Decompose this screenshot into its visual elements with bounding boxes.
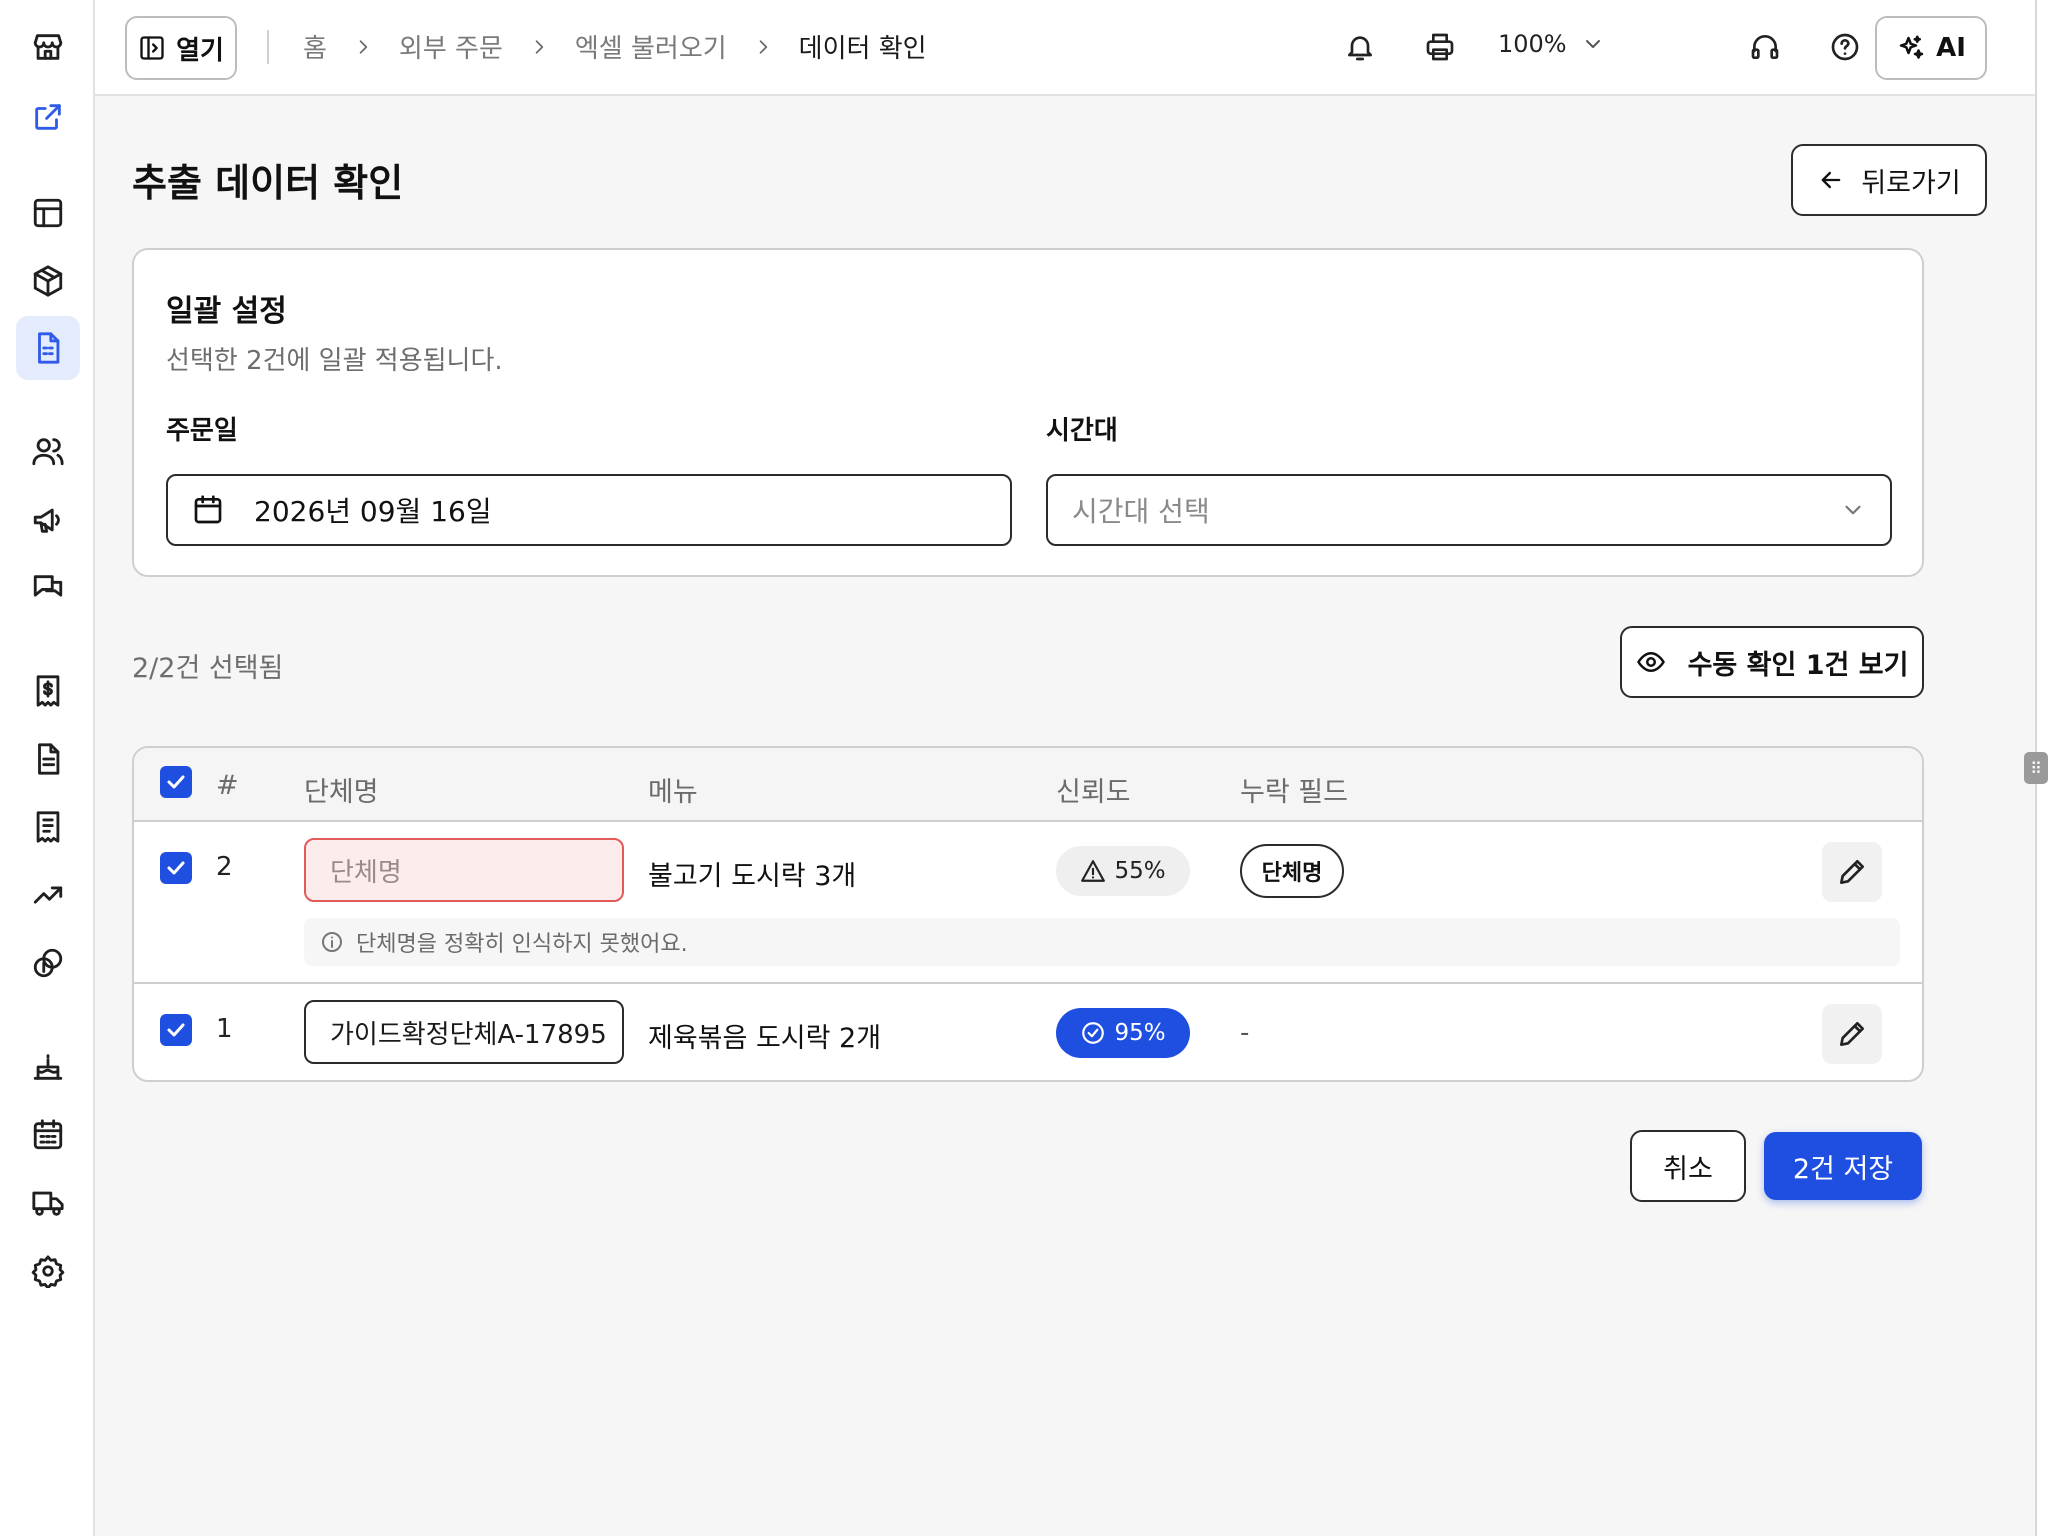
time-slot-label: 시간대 (1046, 416, 1118, 446)
warning-triangle-icon (1080, 858, 1106, 884)
chevron-right-icon (529, 37, 549, 57)
back-label: 뒤로가기 (1861, 167, 1961, 199)
save-button[interactable]: 2건 저장 (1764, 1132, 1922, 1200)
order-date-input[interactable]: 2026년 09월 16일 (166, 474, 1012, 546)
truck-icon[interactable] (31, 1186, 65, 1220)
time-slot-placeholder: 시간대 선택 (1072, 495, 1210, 528)
drag-handle-icon[interactable]: ⠿ (2024, 752, 2048, 784)
printer-icon[interactable] (1424, 31, 1456, 63)
breadcrumb: 홈 외부 주문 엑셀 불러오기 데이터 확인 (303, 28, 927, 65)
chevron-right-icon (353, 37, 373, 57)
missing-field-empty: - (1240, 1018, 1250, 1048)
group-name-value: 가이드확정단체A-17895 (330, 1019, 607, 1050)
back-button[interactable]: 뒤로가기 (1791, 144, 1987, 216)
check-circle-icon (1080, 1020, 1106, 1046)
menu-cell: 제육볶음 도시락 2개 (648, 1023, 882, 1054)
store-icon[interactable] (31, 30, 65, 64)
view-manual-check-button[interactable]: 수동 확인 1건 보기 (1620, 626, 1924, 698)
confidence-value: 55% (1114, 858, 1166, 884)
sheet-document-icon[interactable] (31, 331, 65, 365)
order-date-label: 주문일 (166, 416, 238, 446)
extracted-data-table: # 단체명 메뉴 신뢰도 누락 필드 2 단체명 불고기 도시락 3개 55% … (132, 746, 1924, 1082)
group-name-input-error[interactable]: 단체명 (304, 838, 624, 902)
confidence-badge-high: 95% (1056, 1008, 1190, 1058)
zoom-select[interactable]: 100% (1498, 30, 1605, 58)
breadcrumb-divider (267, 30, 269, 64)
selection-count: 2/2건 선택됨 (132, 653, 284, 684)
megaphone-icon[interactable] (31, 503, 65, 537)
menu-cell: 불고기 도시락 3개 (648, 861, 857, 892)
arrow-left-icon (1817, 166, 1845, 194)
receipt-icon[interactable] (31, 810, 65, 844)
column-header-number: # (216, 770, 239, 801)
breadcrumb-current: 데이터 확인 (798, 34, 927, 64)
confidence-badge-low: 55% (1056, 846, 1190, 896)
coins-icon[interactable] (31, 946, 65, 980)
table-header: # 단체명 메뉴 신뢰도 누락 필드 (134, 748, 1922, 822)
bulk-settings-description: 선택한 2건에 일괄 적용됩니다. (166, 346, 503, 376)
settings-gear-icon[interactable] (31, 1254, 65, 1288)
pencil-icon (1836, 1018, 1868, 1050)
view-manual-check-label: 수동 확인 1건 보기 (1687, 649, 1909, 681)
package-icon[interactable] (31, 264, 65, 298)
help-circle-icon[interactable] (1829, 31, 1861, 63)
recognition-hint: 단체명을 정확히 인식하지 못했어요. (304, 918, 1900, 966)
calendar-grid-icon[interactable] (31, 1118, 65, 1152)
order-date-value: 2026년 09월 16일 (254, 495, 492, 528)
ai-label: AI (1936, 33, 1966, 63)
column-header-missing-fields: 누락 필드 (1240, 777, 1348, 808)
table-icon[interactable] (31, 196, 65, 230)
group-name-input[interactable]: 가이드확정단체A-17895 (304, 1000, 624, 1064)
eye-icon (1636, 647, 1666, 677)
sparkles-icon (1896, 33, 1926, 63)
edit-row-button[interactable] (1822, 842, 1882, 902)
invoice-dollar-icon[interactable] (31, 674, 65, 708)
row-checkbox[interactable] (160, 1014, 192, 1046)
headset-icon[interactable] (1749, 31, 1781, 63)
time-slot-select[interactable]: 시간대 선택 (1046, 474, 1892, 546)
external-link-icon[interactable] (31, 100, 65, 134)
ai-button[interactable]: AI (1875, 16, 1987, 80)
sidebar (0, 0, 95, 1536)
column-header-confidence: 신뢰도 (1056, 777, 1131, 808)
edit-row-button[interactable] (1822, 1004, 1882, 1064)
bulk-settings-title: 일괄 설정 (166, 294, 287, 329)
cancel-button[interactable]: 취소 (1630, 1130, 1746, 1202)
open-panel-button[interactable]: 열기 (125, 16, 237, 80)
pencil-icon (1836, 856, 1868, 888)
zoom-level: 100% (1498, 30, 1567, 58)
bell-icon[interactable] (1344, 31, 1376, 63)
panel-expand-icon (138, 34, 166, 62)
breadcrumb-excel-import[interactable]: 엑셀 불러오기 (575, 28, 727, 65)
breadcrumb-home[interactable]: 홈 (303, 28, 327, 65)
breadcrumb-external-orders[interactable]: 외부 주문 (399, 28, 503, 65)
row-checkbox[interactable] (160, 852, 192, 884)
open-panel-label: 열기 (176, 35, 224, 66)
users-icon[interactable] (31, 434, 65, 468)
group-name-placeholder: 단체명 (330, 857, 402, 888)
column-header-group-name: 단체명 (304, 777, 379, 808)
document-icon[interactable] (31, 742, 65, 776)
row-number: 2 (216, 852, 233, 882)
confidence-value: 95% (1114, 1020, 1166, 1046)
chevron-down-icon (1581, 32, 1605, 56)
row-number: 1 (216, 1014, 233, 1044)
recognition-hint-text: 단체명을 정확히 인식하지 못했어요. (356, 932, 688, 957)
missing-field-tag: 단체명 (1240, 844, 1344, 898)
calendar-icon (192, 494, 224, 526)
select-all-checkbox[interactable] (160, 766, 192, 798)
info-icon (320, 930, 344, 954)
cake-icon[interactable] (31, 1050, 65, 1084)
trending-up-icon[interactable] (31, 878, 65, 912)
chevron-right-icon (753, 37, 773, 57)
bulk-settings-card: 일괄 설정 선택한 2건에 일괄 적용됩니다. 주문일 시간대 2026년 09… (132, 248, 1924, 577)
column-header-menu: 메뉴 (648, 777, 698, 808)
row-divider (134, 982, 1922, 984)
chat-icon[interactable] (31, 571, 65, 605)
top-bar: 열기 홈 외부 주문 엑셀 불러오기 데이터 확인 100% AI (95, 0, 2035, 96)
chevron-down-icon (1840, 497, 1866, 523)
page-title: 추출 데이터 확인 (132, 161, 404, 205)
